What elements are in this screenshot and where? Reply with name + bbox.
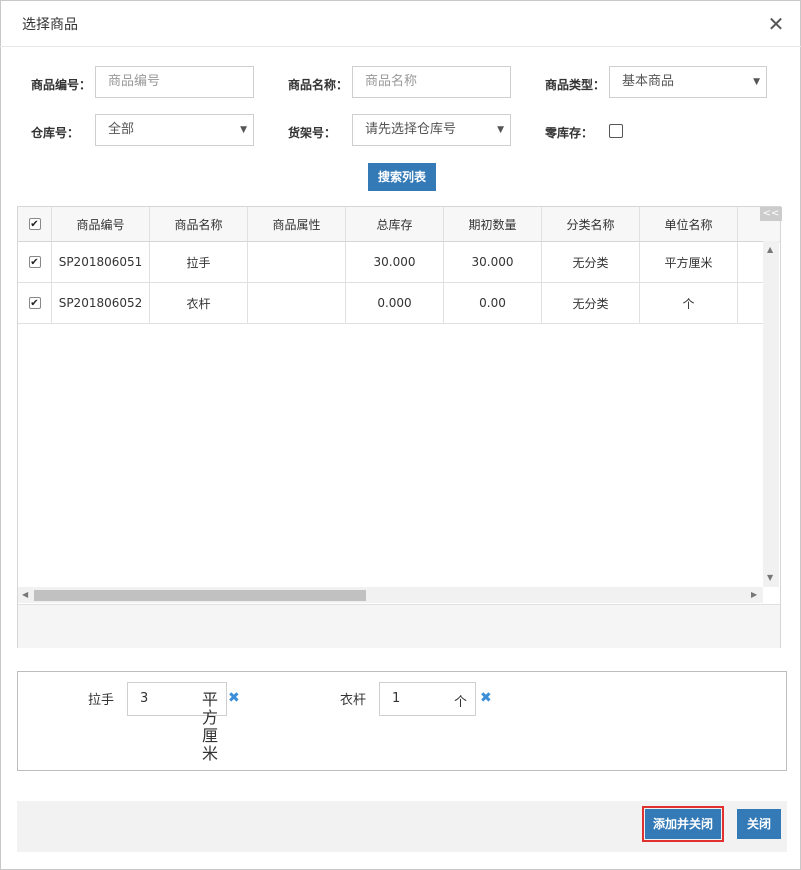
column-header[interactable]: 总库存 <box>346 207 444 241</box>
column-header[interactable]: 商品编号 <box>52 207 150 241</box>
product-type-select[interactable]: 基本商品 ▼ <box>609 66 767 98</box>
column-header[interactable]: 商品名称 <box>150 207 248 241</box>
unit-label: 个 <box>454 695 468 710</box>
shelf-value: 请先选择仓库号 <box>365 122 457 137</box>
cell-initial-qty: 0.00 <box>444 283 542 323</box>
cell-category: 无分类 <box>542 242 640 282</box>
collapse-grid-button[interactable]: << <box>760 207 782 221</box>
quantity-value: 3 <box>140 691 149 706</box>
quantity-input[interactable]: 1 个 <box>379 682 476 716</box>
selected-item-name: 拉手 <box>88 693 115 708</box>
cell-product-name: 衣杆 <box>150 283 248 323</box>
chevron-down-icon: ▼ <box>497 125 504 135</box>
cell-product-attr <box>248 283 346 323</box>
product-grid: ✔ 商品编号 商品名称 商品属性 总库存 期初数量 分类名称 单位名称 << ✔… <box>17 206 782 648</box>
remove-icon[interactable]: ✖ <box>480 690 492 706</box>
close-button[interactable]: 关闭 <box>737 809 781 839</box>
row-checkbox[interactable]: ✔ <box>28 297 41 309</box>
cell-product-name: 拉手 <box>150 242 248 282</box>
product-name-placeholder: 商品名称 <box>365 74 418 89</box>
search-button[interactable]: 搜索列表 <box>368 163 436 191</box>
shelf-select[interactable]: 请先选择仓库号 ▼ <box>352 114 511 146</box>
product-name-label: 商品名称： <box>288 78 349 92</box>
column-header[interactable]: 商品属性 <box>248 207 346 241</box>
cell-unit: 个 <box>640 283 738 323</box>
scroll-left-icon[interactable]: ◀ <box>22 590 28 599</box>
row-checkbox[interactable]: ✔ <box>28 256 41 268</box>
quantity-value: 1 <box>392 691 401 706</box>
select-all-cell: ✔ <box>18 207 52 241</box>
zero-stock-checkbox[interactable] <box>609 124 623 138</box>
product-code-label: 商品编号： <box>31 78 92 92</box>
warehouse-select[interactable]: 全部 ▼ <box>95 114 254 146</box>
product-type-label: 商品类型： <box>545 78 606 92</box>
cell-category: 无分类 <box>542 283 640 323</box>
column-header[interactable]: 单位名称 <box>640 207 738 241</box>
select-all-checkbox[interactable]: ✔ <box>28 218 41 230</box>
cell-total-stock: 0.000 <box>346 283 444 323</box>
shelf-label: 货架号： <box>288 126 337 140</box>
cell-product-attr <box>248 242 346 282</box>
table-row[interactable]: ✔ <box>18 242 52 282</box>
chevron-down-icon: ▼ <box>240 125 247 135</box>
warehouse-label: 仓库号： <box>31 126 80 140</box>
scroll-right-icon[interactable]: ▶ <box>751 590 757 599</box>
cell-initial-qty: 30.000 <box>444 242 542 282</box>
selected-item-name: 衣杆 <box>340 693 367 708</box>
product-type-value: 基本商品 <box>622 74 675 89</box>
horizontal-scrollbar[interactable]: ◀ ▶ <box>18 587 763 603</box>
cell-unit: 平方厘米 <box>640 242 738 282</box>
scroll-down-icon[interactable]: ▼ <box>767 573 773 582</box>
row-divider <box>18 323 763 324</box>
dialog-footer: 添加并关闭 关闭 <box>17 801 787 852</box>
remove-icon[interactable]: ✖ <box>228 690 240 706</box>
dialog-titlebar: 选择商品 ✕ <box>0 0 801 47</box>
cell-product-code: SP201806051 <box>52 242 150 282</box>
vertical-scrollbar[interactable]: ▲ ▼ <box>763 241 779 587</box>
column-header[interactable]: 期初数量 <box>444 207 542 241</box>
product-name-input[interactable]: 商品名称 <box>352 66 511 98</box>
column-header[interactable]: 分类名称 <box>542 207 640 241</box>
product-code-placeholder: 商品编号 <box>108 74 161 89</box>
grid-footer <box>18 604 780 648</box>
warehouse-value: 全部 <box>108 122 135 137</box>
product-code-input[interactable]: 商品编号 <box>95 66 254 98</box>
close-icon[interactable]: ✕ <box>766 14 786 34</box>
selected-items-panel: 拉手 3 平方厘米 ✖ 衣杆 1 个 ✖ <box>17 671 787 771</box>
zero-stock-label: 零库存： <box>545 126 594 140</box>
dialog-title: 选择商品 <box>22 17 78 33</box>
horizontal-scroll-thumb[interactable] <box>34 590 366 601</box>
scroll-up-icon[interactable]: ▲ <box>767 245 773 254</box>
add-and-close-button[interactable]: 添加并关闭 <box>642 806 724 842</box>
cell-total-stock: 30.000 <box>346 242 444 282</box>
cell-product-code: SP201806052 <box>52 283 150 323</box>
chevron-down-icon: ▼ <box>753 77 760 87</box>
table-row[interactable]: ✔ <box>18 283 52 323</box>
